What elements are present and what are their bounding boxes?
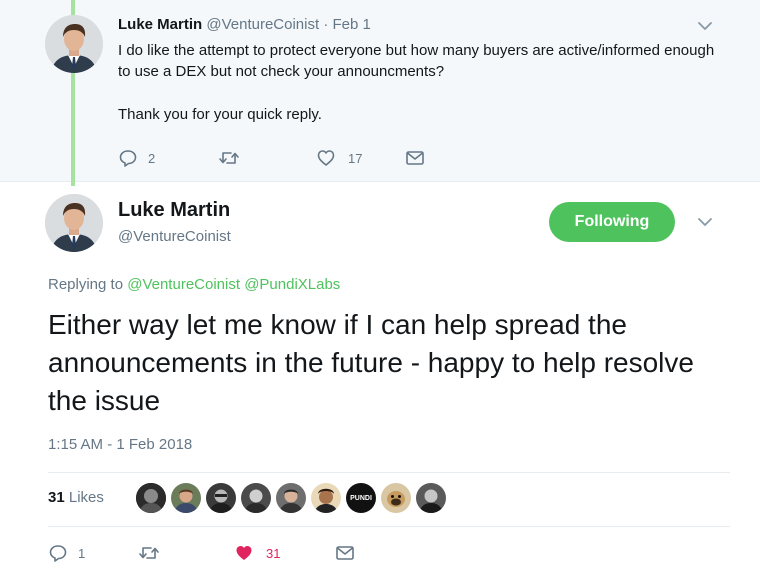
parent-message-action[interactable]: [404, 148, 426, 168]
parent-author-name[interactable]: Luke Martin: [118, 16, 202, 33]
main-avatar[interactable]: [45, 194, 103, 252]
main-actions: 1 31: [48, 543, 356, 563]
liker-avatar[interactable]: [136, 483, 166, 513]
parent-tweet-text: I do like the attempt to protect everyon…: [118, 40, 718, 125]
heart-icon: [316, 148, 336, 168]
main-tweet-text: Either way let me know if I can help spr…: [48, 309, 694, 416]
liker-avatar[interactable]: [416, 483, 446, 513]
parent-chevron-down-icon[interactable]: [695, 16, 715, 36]
liker-avatar[interactable]: [276, 483, 306, 513]
main-reply-count: 1: [78, 545, 86, 561]
likes-stat[interactable]: 31 Likes: [48, 489, 104, 506]
parent-text-line2: Thank you for your quick reply.: [118, 106, 322, 123]
retweet-icon: [138, 543, 160, 563]
main-like-action[interactable]: 31: [234, 543, 334, 563]
parent-retweet-action[interactable]: [218, 148, 316, 168]
likes-count: 31: [48, 489, 65, 506]
parent-reply-count: 2: [148, 150, 156, 166]
main-message-action[interactable]: [334, 543, 356, 563]
main-author-handle[interactable]: @VentureCoinist: [118, 228, 231, 245]
tweet-timestamp[interactable]: 1:15 AM - 1 Feb 2018: [48, 436, 192, 453]
liker-avatar[interactable]: [311, 483, 341, 513]
liker-avatar-label: PUNDI: [350, 494, 372, 502]
replying-mention-venturecoinist[interactable]: @VentureCoinist: [127, 276, 240, 293]
message-icon: [334, 543, 356, 563]
parent-header: Luke Martin @VentureCoinist · Feb 1: [118, 16, 371, 33]
divider: [48, 472, 730, 473]
main-author-name[interactable]: Luke Martin: [118, 199, 230, 222]
main-retweet-action[interactable]: [138, 543, 234, 563]
main-chevron-down-icon[interactable]: [695, 212, 715, 232]
main-like-count: 31: [266, 545, 281, 561]
liker-avatar[interactable]: PUNDI: [346, 483, 376, 513]
parent-like-action[interactable]: 17: [316, 148, 404, 168]
parent-avatar[interactable]: [45, 15, 103, 73]
heart-filled-icon: [234, 543, 254, 563]
reply-icon: [118, 148, 138, 168]
main-reply-action[interactable]: 1: [48, 543, 138, 563]
message-icon: [404, 148, 426, 168]
likers-avatars: PUNDI: [136, 483, 451, 513]
divider: [48, 526, 730, 527]
parent-author-handle[interactable]: @VentureCoinist: [206, 16, 319, 33]
liker-avatar[interactable]: [381, 483, 411, 513]
parent-reply-action[interactable]: 2: [118, 148, 218, 168]
liker-avatar[interactable]: [241, 483, 271, 513]
parent-like-count: 17: [348, 150, 363, 166]
replying-prefix: Replying to: [48, 276, 124, 293]
reply-icon: [48, 543, 68, 563]
replying-to: Replying to @VentureCoinist @PundiXLabs: [48, 276, 340, 293]
following-button[interactable]: Following: [549, 202, 675, 242]
liker-avatar[interactable]: [171, 483, 201, 513]
parent-separator: ·: [323, 16, 329, 33]
retweet-icon: [218, 148, 240, 168]
likes-label: Likes: [68, 489, 104, 506]
liker-avatar[interactable]: [206, 483, 236, 513]
parent-date[interactable]: Feb 1: [333, 16, 371, 33]
replying-mention-pundixlabs[interactable]: @PundiXLabs: [244, 276, 340, 293]
parent-actions: 2 17: [118, 148, 426, 168]
parent-text-line1: I do like the attempt to protect everyon…: [118, 42, 715, 80]
